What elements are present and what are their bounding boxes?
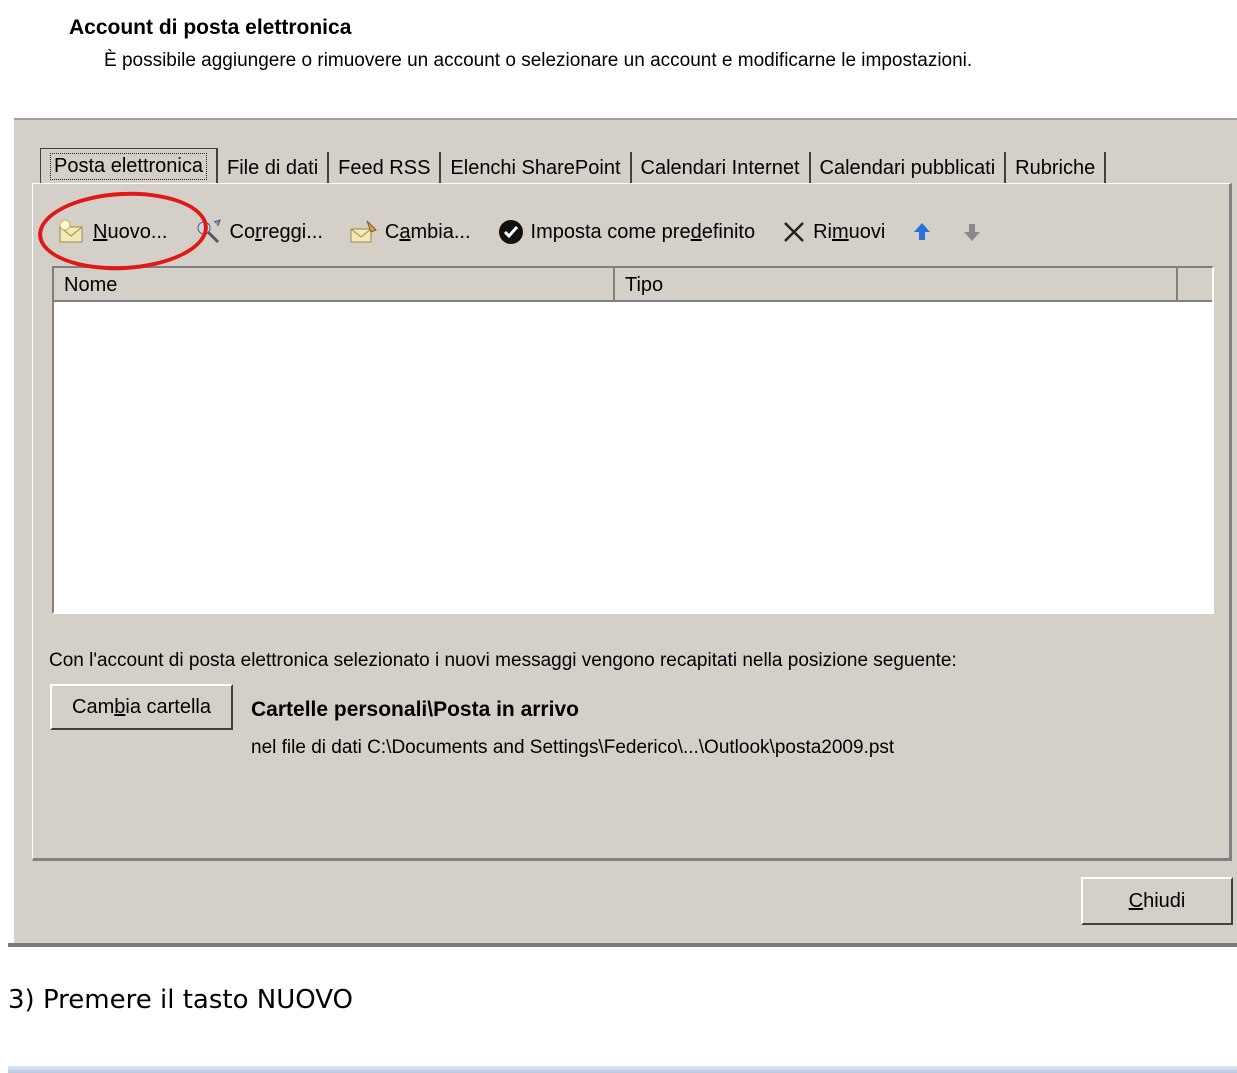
tab-file-di-dati[interactable]: File di dati	[217, 152, 330, 184]
change-icon	[349, 218, 379, 246]
accounts-list[interactable]: Nome Tipo	[52, 266, 1214, 614]
instruction-caption: 3) Premere il tasto NUOVO	[8, 985, 354, 1015]
remove-button[interactable]: Rimuovi	[781, 219, 885, 245]
tab-posta-elettronica[interactable]: Posta elettronica	[40, 148, 218, 184]
remove-x-icon	[781, 219, 807, 245]
header-title: Account di posta elettronica	[69, 16, 352, 39]
arrow-down-icon	[961, 220, 983, 244]
set-default-button[interactable]: Imposta come predefinito	[497, 218, 755, 246]
account-settings-dialog: Account di posta elettronica È possibile…	[12, 0, 1237, 945]
change-button[interactable]: Cambia...	[349, 218, 471, 246]
repair-button[interactable]: Correggi...	[194, 218, 323, 246]
move-down-button[interactable]	[961, 220, 989, 244]
close-button[interactable]: Chiudi	[1081, 877, 1233, 925]
column-header-tipo[interactable]: Tipo	[615, 268, 1178, 300]
tab-strip: Posta elettronica File di dati Feed RSS …	[40, 148, 1107, 184]
check-circle-icon	[497, 218, 525, 246]
dialog-bottom-border	[8, 943, 1237, 947]
move-up-button[interactable]	[911, 220, 939, 244]
next-screenshot-edge	[8, 1066, 1237, 1073]
change-folder-button[interactable]: Cambia cartella	[50, 684, 233, 730]
tab-feed-rss[interactable]: Feed RSS	[329, 152, 442, 184]
arrow-up-icon	[911, 220, 933, 244]
delivery-info-text: Con l'account di posta elettronica selez…	[49, 650, 957, 671]
column-header-nome[interactable]: Nome	[54, 268, 615, 300]
tab-elenchi-sharepoint[interactable]: Elenchi SharePoint	[441, 152, 632, 184]
list-header: Nome Tipo	[54, 268, 1212, 302]
column-header-filler	[1178, 268, 1212, 300]
data-file-path: nel file di dati C:\Documents and Settin…	[251, 737, 895, 758]
tab-calendari-internet[interactable]: Calendari Internet	[631, 152, 811, 184]
tab-panel: Nuovo... Correggi... Cambia... Imposta c…	[32, 183, 1232, 861]
header-description: È possibile aggiungere o rimuovere un ac…	[104, 50, 973, 71]
tab-calendari-pubblicati[interactable]: Calendari pubblicati	[810, 152, 1007, 184]
tab-rubriche[interactable]: Rubriche	[1006, 152, 1107, 184]
dialog-header: Account di posta elettronica È possibile…	[14, 0, 1237, 120]
delivery-folder-name: Cartelle personali\Posta in arrivo	[251, 698, 579, 721]
